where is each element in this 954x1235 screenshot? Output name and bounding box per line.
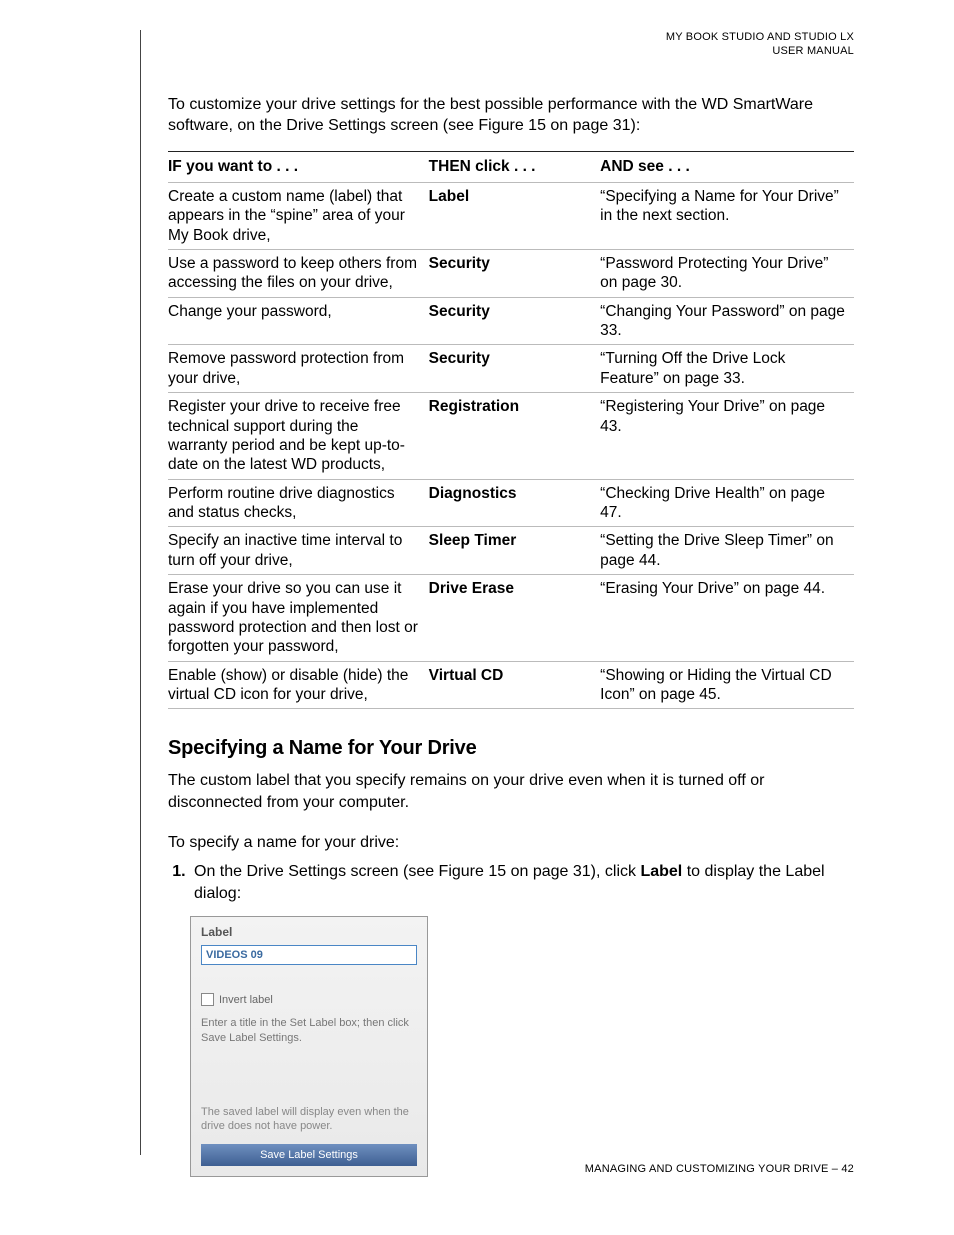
cell-click: Virtual CD [429,661,601,709]
cell-if: Use a password to keep others from acces… [168,249,429,297]
dialog-note: The saved label will display even when t… [201,1105,417,1134]
cell-click: Security [429,249,601,297]
step-1-pre: On the Drive Settings screen (see Figure… [194,863,640,880]
table-row: Enable (show) or disable (hide) the virt… [168,661,854,709]
cell-if: Register your drive to receive free tech… [168,393,429,480]
invert-label-text: Invert label [219,994,273,1006]
dialog-title: Label [201,925,417,939]
cell-see: “Showing or Hiding the Virtual CD Icon” … [600,661,854,709]
table-row: Create a custom name (label) that appear… [168,182,854,249]
cell-if: Enable (show) or disable (hide) the virt… [168,661,429,709]
cell-see: “Checking Drive Health” on page 47. [600,479,854,527]
header-line-2: USER MANUAL [140,44,854,58]
th-see: AND see . . . [600,151,854,182]
cell-see: “Registering Your Drive” on page 43. [600,393,854,480]
cell-if: Specify an inactive time interval to tur… [168,527,429,575]
header-line-1: MY BOOK STUDIO AND STUDIO LX [140,30,854,44]
checkbox-icon[interactable] [201,993,214,1006]
label-input[interactable] [201,945,417,965]
cell-if: Perform routine drive diagnostics and st… [168,479,429,527]
table-row: Remove password protection from your dri… [168,345,854,393]
table-row: Use a password to keep others from acces… [168,249,854,297]
table-header-row: IF you want to . . . THEN click . . . AN… [168,151,854,182]
cell-click: Security [429,297,601,345]
cell-if: Change your password, [168,297,429,345]
drive-settings-table: IF you want to . . . THEN click . . . AN… [168,151,854,710]
cell-see: “Turning Off the Drive Lock Feature” on … [600,345,854,393]
invert-label-row[interactable]: Invert label [201,993,417,1006]
intro-paragraph: To customize your drive settings for the… [168,94,854,137]
cell-click: Security [429,345,601,393]
cell-see: “Erasing Your Drive” on page 44. [600,575,854,662]
page-footer: MANAGING AND CUSTOMIZING YOUR DRIVE – 42 [585,1163,854,1175]
section-lead: To specify a name for your drive: [168,832,854,854]
left-margin-rule [140,30,141,1155]
section-heading: Specifying a Name for Your Drive [168,737,854,760]
step-1: On the Drive Settings screen (see Figure… [190,861,854,904]
th-click: THEN click . . . [429,151,601,182]
cell-click: Registration [429,393,601,480]
section-paragraph: The custom label that you specify remain… [168,770,854,813]
cell-click: Drive Erase [429,575,601,662]
cell-see: “Password Protecting Your Drive” on page… [600,249,854,297]
cell-see: “Specifying a Name for Your Drive” in th… [600,182,854,249]
table-row: Erase your drive so you can use it again… [168,575,854,662]
cell-if: Create a custom name (label) that appear… [168,182,429,249]
label-dialog: Label Invert label Enter a title in the … [190,916,428,1176]
running-header: MY BOOK STUDIO AND STUDIO LX USER MANUAL [140,30,854,59]
dialog-hint: Enter a title in the Set Label box; then… [201,1016,417,1045]
cell-click: Label [429,182,601,249]
cell-click: Sleep Timer [429,527,601,575]
table-row: Perform routine drive diagnostics and st… [168,479,854,527]
cell-if: Erase your drive so you can use it again… [168,575,429,662]
steps-list: On the Drive Settings screen (see Figure… [168,861,854,904]
cell-click: Diagnostics [429,479,601,527]
table-row: Change your password, Security “Changing… [168,297,854,345]
th-if: IF you want to . . . [168,151,429,182]
table-row: Specify an inactive time interval to tur… [168,527,854,575]
save-label-settings-button[interactable]: Save Label Settings [201,1144,417,1166]
cell-if: Remove password protection from your dri… [168,345,429,393]
step-1-label-bold: Label [640,863,682,880]
table-row: Register your drive to receive free tech… [168,393,854,480]
cell-see: “Changing Your Password” on page 33. [600,297,854,345]
cell-see: “Setting the Drive Sleep Timer” on page … [600,527,854,575]
